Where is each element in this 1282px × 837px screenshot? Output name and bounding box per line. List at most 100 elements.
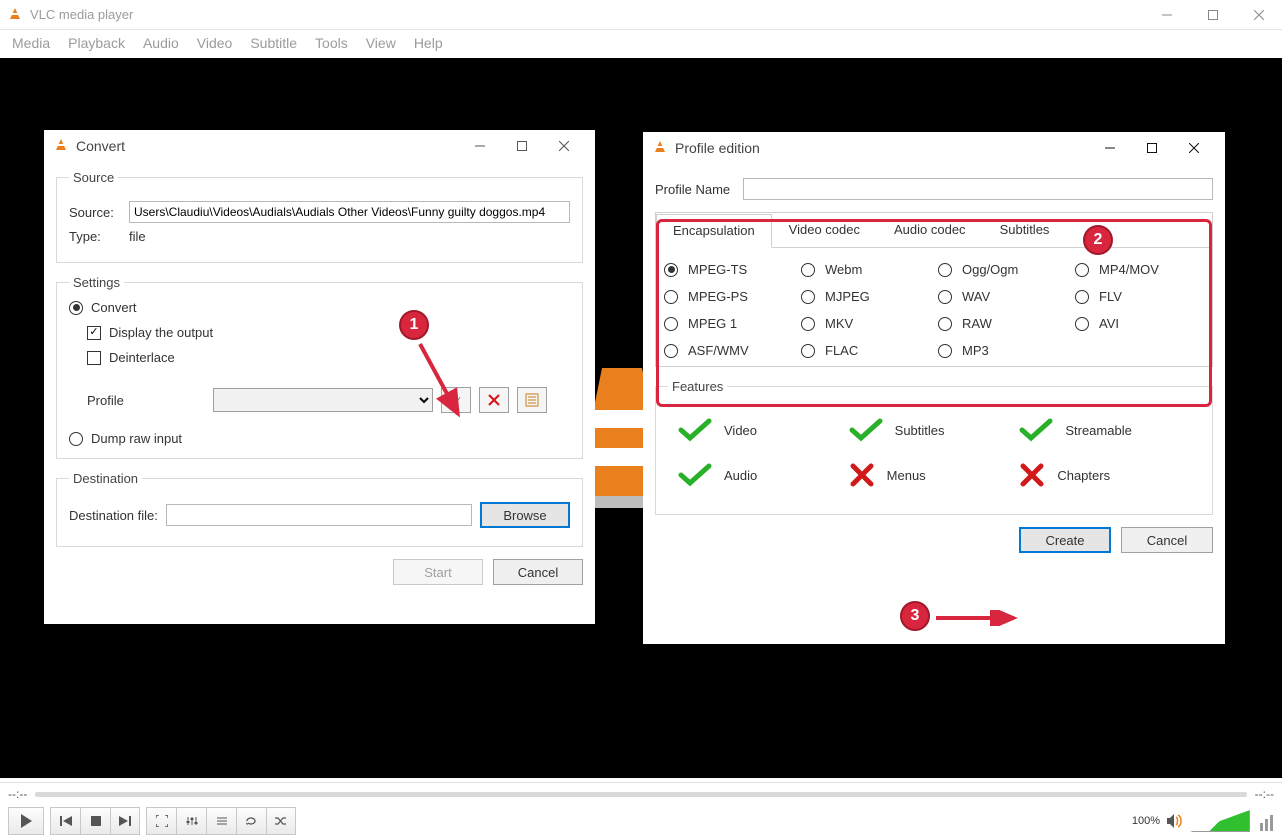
type-value: file <box>129 229 146 244</box>
menu-subtitle[interactable]: Subtitle <box>250 35 297 51</box>
check-icon <box>1019 418 1053 442</box>
play-icon <box>20 814 32 828</box>
profile-name-label: Profile Name <box>655 182 735 197</box>
ext-settings-button[interactable] <box>176 807 206 835</box>
destination-label: Destination file: <box>69 508 158 523</box>
menu-audio[interactable]: Audio <box>143 35 179 51</box>
vlc-cone-icon <box>54 139 68 153</box>
create-button[interactable]: Create <box>1019 527 1111 553</box>
source-label: Source: <box>69 205 121 220</box>
check-icon <box>849 418 883 442</box>
source-input[interactable] <box>129 201 570 223</box>
convert-titlebar: Convert <box>44 130 595 162</box>
shuffle-icon <box>274 815 288 827</box>
vlc-cone-icon <box>653 141 667 155</box>
check-icon <box>678 463 712 487</box>
convert-radio[interactable]: Convert <box>69 300 570 315</box>
loop-button[interactable] <box>236 807 266 835</box>
annotation-3: 3 <box>900 601 930 631</box>
shuffle-button[interactable] <box>266 807 296 835</box>
volume-percent: 100% <box>1132 815 1160 827</box>
menu-help[interactable]: Help <box>414 35 443 51</box>
vlc-cone-icon <box>8 8 22 22</box>
x-icon <box>488 394 500 406</box>
display-output-checkbox[interactable]: Display the output <box>87 325 570 340</box>
convert-title: Convert <box>76 138 125 154</box>
minimize-button[interactable] <box>1144 0 1190 30</box>
browse-button[interactable]: Browse <box>480 502 570 528</box>
x-icon <box>849 462 875 488</box>
menubar: Media Playback Audio Video Subtitle Tool… <box>0 30 1282 56</box>
profile-close-button[interactable] <box>1173 132 1215 164</box>
volume-slider[interactable] <box>1190 810 1250 832</box>
menu-tools[interactable]: Tools <box>315 35 348 51</box>
seek-bar[interactable] <box>35 792 1246 797</box>
sliders-icon <box>186 815 198 827</box>
feature-chapters: Chapters <box>1019 462 1190 488</box>
dump-raw-radio[interactable]: Dump raw input <box>69 431 570 446</box>
close-button[interactable] <box>1236 0 1282 30</box>
prev-button[interactable] <box>50 807 80 835</box>
x-icon <box>1019 462 1045 488</box>
time-elapsed: --:-- <box>8 787 27 801</box>
feature-subtitles: Subtitles <box>849 418 1020 442</box>
menu-video[interactable]: Video <box>197 35 233 51</box>
profile-maximize-button[interactable] <box>1131 132 1173 164</box>
menu-media[interactable]: Media <box>12 35 50 51</box>
feature-menus: Menus <box>849 462 1020 488</box>
profile-cancel-button[interactable]: Cancel <box>1121 527 1213 553</box>
stop-button[interactable] <box>80 807 110 835</box>
type-label: Type: <box>69 229 121 244</box>
play-button[interactable] <box>8 807 44 835</box>
feature-video: Video <box>678 418 849 442</box>
menu-playback[interactable]: Playback <box>68 35 125 51</box>
deinterlace-checkbox[interactable]: Deinterlace <box>87 350 570 365</box>
feature-audio: Audio <box>678 462 849 488</box>
annotation-1: 1 <box>399 310 429 340</box>
destination-input[interactable] <box>166 504 472 526</box>
next-button[interactable] <box>110 807 140 835</box>
convert-dialog: Convert Source Source: Type: file Settin… <box>44 130 595 624</box>
fullscreen-button[interactable] <box>146 807 176 835</box>
skip-next-icon <box>119 816 131 826</box>
source-legend: Source <box>69 170 118 185</box>
settings-legend: Settings <box>69 275 124 290</box>
app-title: VLC media player <box>30 7 133 22</box>
playlist-button[interactable] <box>206 807 236 835</box>
annotation-box-2 <box>656 219 1212 407</box>
destination-legend: Destination <box>69 471 142 486</box>
maximize-button[interactable] <box>1190 0 1236 30</box>
convert-close-button[interactable] <box>543 130 585 162</box>
feature-streamable: Streamable <box>1019 418 1190 442</box>
new-profile-button[interactable] <box>517 387 547 413</box>
convert-maximize-button[interactable] <box>501 130 543 162</box>
stop-icon <box>91 816 101 826</box>
new-profile-icon <box>525 393 539 407</box>
time-total: --:-- <box>1255 787 1274 801</box>
start-button[interactable]: Start <box>393 559 483 585</box>
playlist-icon <box>216 815 228 827</box>
profile-select[interactable] <box>213 388 433 412</box>
player-bottom-bar: --:-- --:-- 100% <box>0 782 1282 837</box>
loop-icon <box>245 815 259 827</box>
check-icon <box>678 418 712 442</box>
profile-name-input[interactable] <box>743 178 1213 200</box>
annotation-2: 2 <box>1083 225 1113 255</box>
main-titlebar: VLC media player <box>0 0 1282 30</box>
annotation-arrow-1 <box>414 340 474 430</box>
convert-minimize-button[interactable] <box>459 130 501 162</box>
source-group: Source Source: Type: file <box>56 170 583 263</box>
convert-cancel-button[interactable]: Cancel <box>493 559 583 585</box>
menu-view[interactable]: View <box>366 35 396 51</box>
delete-profile-button[interactable] <box>479 387 509 413</box>
fullscreen-icon <box>156 815 168 827</box>
profile-minimize-button[interactable] <box>1089 132 1131 164</box>
profile-dialog-title: Profile edition <box>675 140 760 156</box>
profile-label: Profile <box>87 393 205 408</box>
annotation-arrow-3 <box>934 610 1024 626</box>
skip-prev-icon <box>60 816 72 826</box>
equalizer-icon[interactable] <box>1260 809 1274 833</box>
speaker-icon[interactable] <box>1166 813 1184 829</box>
settings-group: Settings Convert Display the output Dein… <box>56 275 583 459</box>
profile-titlebar: Profile edition <box>643 132 1225 164</box>
